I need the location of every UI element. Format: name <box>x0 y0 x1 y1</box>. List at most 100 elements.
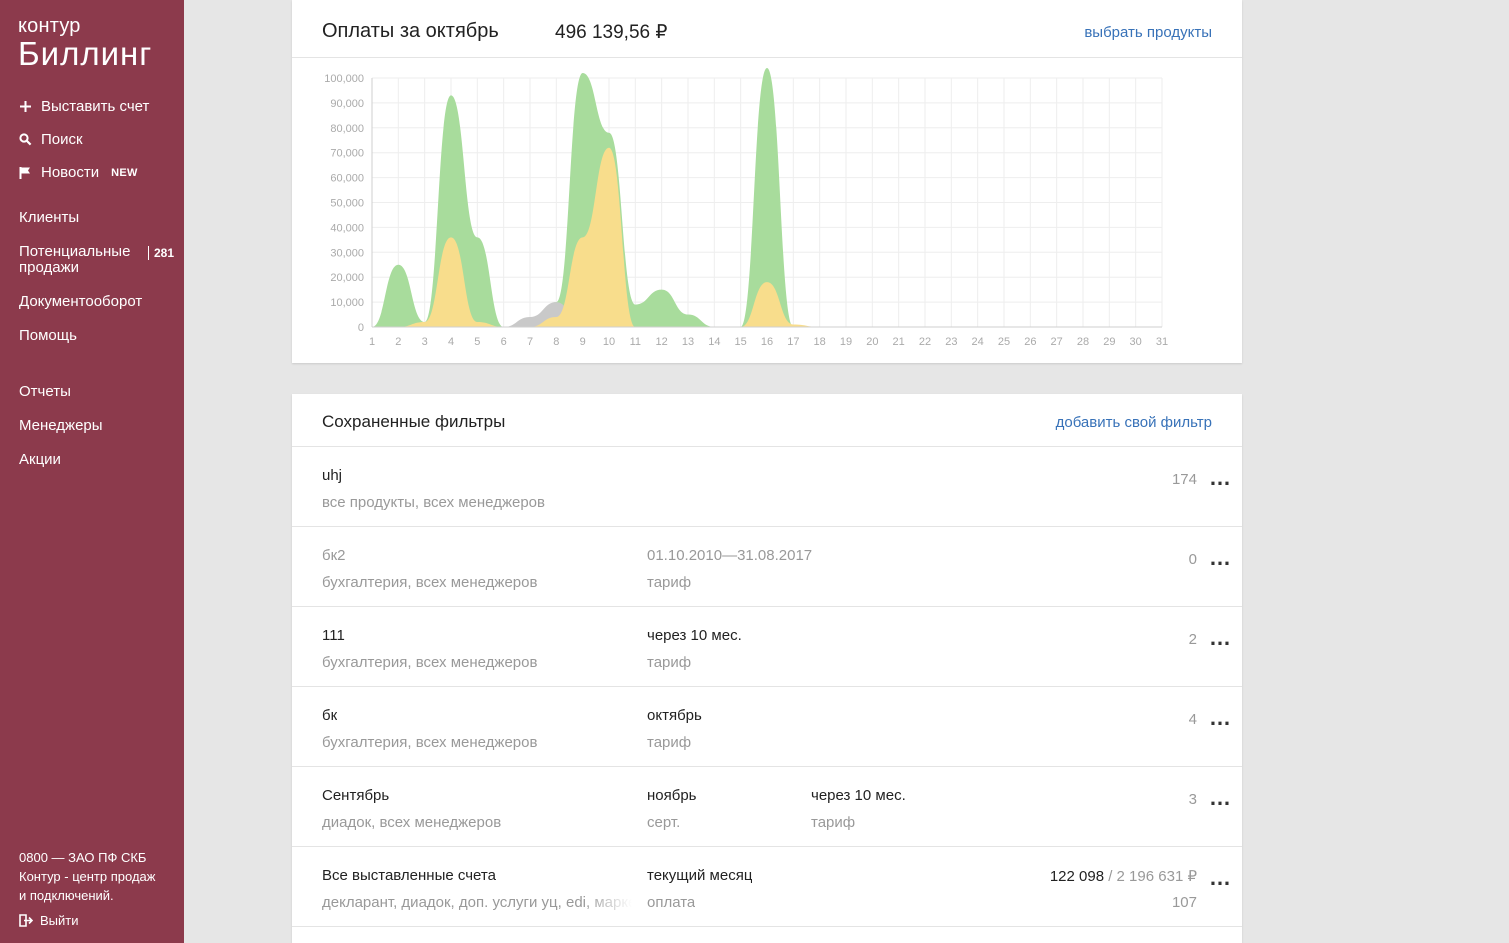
x-tick-label: 1 <box>369 336 375 348</box>
nav-item-help[interactable]: Помощь <box>19 328 179 344</box>
filter-period: ноябрь <box>647 787 697 804</box>
filter-row[interactable]: Все выставленные счета декларант, диадок… <box>292 847 1242 927</box>
payments-chart: 0 10,000 20,000 30,000 40,000 50,000 60,000 70,… <box>324 68 1168 348</box>
x-tick-label: 17 <box>787 336 799 348</box>
y-tick-label: 80,000 <box>330 123 364 135</box>
x-tick-label: 27 <box>1051 336 1063 348</box>
filter-amount: 122 098 / 2 196 631 ₽ <box>1050 867 1197 885</box>
filter-desc: декларант, диадок, доп. услуги уц, edi, … <box>322 894 632 911</box>
nav-item-potential-sales[interactable]: Потенциальные продажи 281 <box>19 244 179 276</box>
create-invoice-button[interactable]: Выставить счет <box>19 90 149 123</box>
payments-header: Оплаты за октябрь 496 139,56 ₽ выбрать п… <box>292 0 1242 58</box>
payments-amount: 496 139,56 ₽ <box>555 22 668 43</box>
x-tick-label: 21 <box>893 336 905 348</box>
nav-item-reports[interactable]: Отчеты <box>19 384 179 400</box>
x-tick-label: 14 <box>708 336 720 348</box>
x-tick-label: 8 <box>553 336 559 348</box>
filter-row[interactable]: бк2 бухгалтерия, всех менеджеров 01.10.2… <box>292 527 1242 607</box>
logout-label: Выйти <box>40 913 79 928</box>
payments-title: Оплаты за октябрь <box>322 20 499 42</box>
nav-item-potential-label: Потенциальные продажи <box>19 243 131 276</box>
y-tick-label: 100,000 <box>324 73 364 85</box>
filter-name: 111 <box>322 627 345 644</box>
x-tick-label: 9 <box>580 336 586 348</box>
search-icon <box>19 133 41 146</box>
x-tick-label: 6 <box>501 336 507 348</box>
nav-item-promos[interactable]: Акции <box>19 452 179 468</box>
filter-amount-total: / 2 196 631 ₽ <box>1104 868 1197 885</box>
sidebar: контур Биллинг Выставить счет Поиск Ново… <box>0 0 184 943</box>
filter-name: Сентябрь <box>322 787 390 804</box>
more-icon[interactable]: … <box>1209 551 1232 565</box>
x-tick-label: 4 <box>448 336 454 348</box>
filter-period-2: через 10 мес. <box>811 787 906 804</box>
payments-card: Оплаты за октябрь 496 139,56 ₽ выбрать п… <box>292 0 1242 363</box>
plus-icon <box>19 100 41 113</box>
nav-item-clients[interactable]: Клиенты <box>19 210 179 226</box>
filter-period-type: оплата <box>647 894 696 911</box>
filter-desc: бухгалтерия, всех менеджеров <box>322 654 538 671</box>
x-tick-label: 18 <box>814 336 826 348</box>
x-tick-label: 12 <box>656 336 668 348</box>
add-filter-link[interactable]: добавить свой фильтр <box>1056 414 1212 431</box>
filter-desc: бухгалтерия, всех менеджеров <box>322 574 538 591</box>
filter-row[interactable]: бк бухгалтерия, всех менеджеров октябрь … <box>292 687 1242 767</box>
filter-count: 4 <box>1188 711 1197 728</box>
filter-row[interactable]: 111 бухгалтерия, всех менеджеров через 1… <box>292 607 1242 687</box>
filter-amount-paid: 122 098 <box>1049 868 1105 885</box>
org-line-2: Контур - центр продаж <box>19 869 156 884</box>
flag-icon <box>19 166 41 180</box>
quick-actions: Выставить счет Поиск Новости NEW <box>19 90 149 189</box>
x-tick-label: 30 <box>1130 336 1142 348</box>
x-tick-label: 2 <box>395 336 401 348</box>
more-icon[interactable]: … <box>1209 871 1232 885</box>
x-tick-label: 25 <box>998 336 1010 348</box>
logo[interactable]: контур Биллинг <box>18 14 152 70</box>
search-button[interactable]: Поиск <box>19 123 149 156</box>
filter-count: 3 <box>1188 791 1197 808</box>
x-tick-label: 16 <box>761 336 773 348</box>
x-tick-label: 22 <box>919 336 931 348</box>
x-tick-label: 19 <box>840 336 852 348</box>
x-tick-label: 11 <box>630 336 641 348</box>
filter-count: 2 <box>1188 631 1197 648</box>
filter-period: текущий месяц <box>647 867 753 884</box>
y-tick-label: 20,000 <box>330 272 364 284</box>
x-tick-label: 13 <box>682 336 694 348</box>
filter-period-type: тариф <box>647 574 692 591</box>
filter-name: Все выставленные счета <box>322 867 496 884</box>
filter-row[interactable]: Сентябрь диадок, всех менеджеров ноябрь … <box>292 767 1242 847</box>
filter-name: бк2 <box>322 547 346 564</box>
logout-icon <box>19 914 40 927</box>
sidebar-footer: 0800 — ЗАО ПФ СКБ Контур - центр продаж … <box>19 848 179 930</box>
x-tick-label: 5 <box>474 336 480 348</box>
x-tick-label: 28 <box>1077 336 1089 348</box>
filter-desc: диадок, всех менеджеров <box>322 814 502 831</box>
more-icon[interactable]: … <box>1209 791 1232 805</box>
filter-row[interactable]: uhj все продукты, всех менеджеров 174 … <box>292 447 1242 527</box>
filter-period-type: тариф <box>647 654 692 671</box>
news-button[interactable]: Новости NEW <box>19 156 149 189</box>
main-nav: Клиенты Потенциальные продажи 281 Докуме… <box>19 200 179 468</box>
filter-period: 01.10.2010—31.08.2017 <box>647 547 813 564</box>
x-tick-label: 23 <box>945 336 957 348</box>
filter-name: uhj <box>322 467 343 484</box>
choose-products-link[interactable]: выбрать продукты <box>1084 24 1212 41</box>
filter-period-type: тариф <box>647 734 692 751</box>
more-icon[interactable]: … <box>1209 471 1232 485</box>
filter-period: октябрь <box>647 707 702 724</box>
x-tick-label: 7 <box>527 336 533 348</box>
logo-main: Биллинг <box>18 35 153 72</box>
y-tick-label: 70,000 <box>330 148 364 160</box>
y-tick-label: 10,000 <box>330 297 364 309</box>
filter-desc: все продукты, всех менеджеров <box>322 494 545 511</box>
potential-count-badge: 281 <box>147 246 174 260</box>
logout-button[interactable]: Выйти <box>19 911 179 930</box>
nav-item-managers[interactable]: Менеджеры <box>19 418 179 434</box>
filter-desc: бухгалтерия, всех менеджеров <box>322 734 538 751</box>
filter-period-type: серт. <box>647 814 681 831</box>
nav-item-docflow[interactable]: Документооборот <box>19 294 179 310</box>
x-tick-label: 31 <box>1156 336 1168 348</box>
more-icon[interactable]: … <box>1209 711 1232 725</box>
more-icon[interactable]: … <box>1209 631 1232 645</box>
